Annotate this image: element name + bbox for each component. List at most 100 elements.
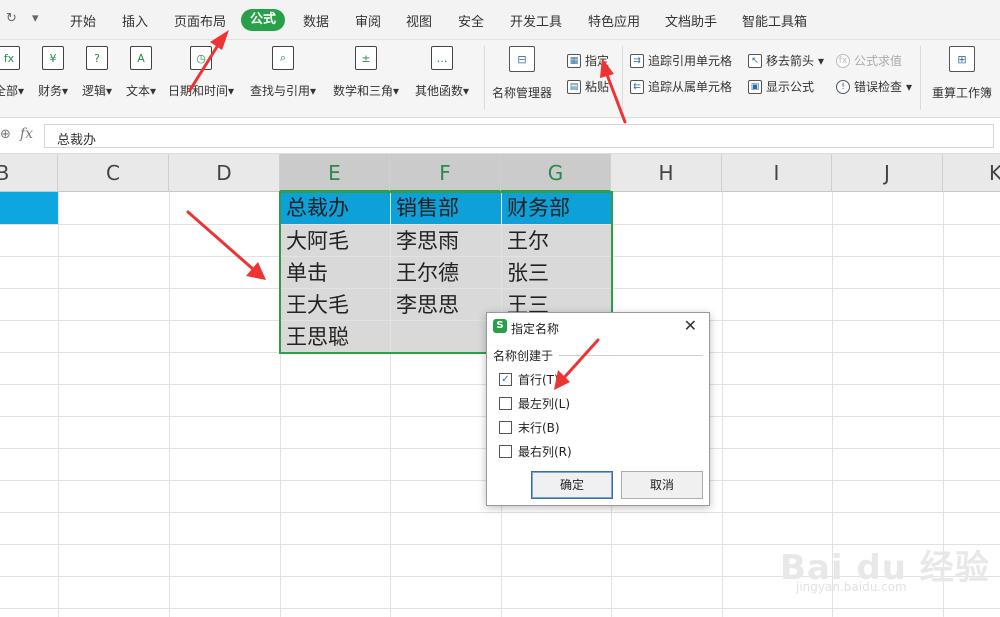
grid-line [0, 512, 1000, 513]
tab-page-layout[interactable]: 页面布局 [174, 11, 226, 30]
tab-view[interactable]: 视图 [406, 11, 432, 30]
column-header-i[interactable]: I [722, 154, 832, 192]
warning-icon: ! [836, 79, 850, 94]
lookup-reference-label: 查找与引用 [250, 84, 311, 98]
cancel-button[interactable]: 取消 [621, 471, 703, 499]
show-formulas-icon: ▣ [748, 79, 762, 94]
tab-formulas[interactable]: 公式 [241, 9, 286, 31]
table-header-cell[interactable]: 财务部 [502, 192, 611, 224]
evaluate-icon: fx [836, 53, 850, 68]
trace-precedents-icon: ⇉ [630, 53, 644, 68]
checkbox-icon[interactable] [499, 445, 512, 458]
formula-value: 总裁办 [57, 133, 97, 148]
math-icon: ± [355, 46, 378, 70]
tab-smart-toolbox[interactable]: 智能工具箱 [742, 11, 807, 30]
close-icon[interactable]: ✕ [684, 316, 697, 335]
show-formulas-button[interactable]: ▣ 显示公式 [748, 78, 814, 95]
table-cell[interactable]: 王尔德 [391, 257, 501, 288]
evaluate-formula-button[interactable]: fx 公式求值 [836, 52, 902, 69]
math-trig-label: 数学和三角 [333, 84, 394, 98]
table-cell[interactable]: 李思雨 [391, 225, 501, 256]
calculator-icon: ⊞ [949, 46, 975, 72]
option-left-column[interactable]: 最左列(L) [499, 395, 570, 412]
column-header-d[interactable]: D [169, 154, 280, 192]
zoom-icon[interactable]: ⊕ [0, 127, 11, 142]
column-header-e[interactable]: E [280, 154, 390, 192]
formula-input[interactable]: 总裁办 [44, 124, 994, 148]
checkbox-icon[interactable] [499, 421, 512, 434]
column-header-f[interactable]: F [390, 154, 501, 192]
ribbon-divider [484, 46, 485, 110]
date-time-button[interactable]: ◷ 日期和时间▾ [168, 46, 234, 99]
tab-review[interactable]: 审阅 [355, 11, 381, 30]
option-bottom-row[interactable]: 末行(B) [499, 419, 560, 436]
table-cell[interactable]: 王尔 [502, 225, 611, 256]
table-header-cell[interactable]: 总裁办 [281, 192, 390, 224]
table-cell[interactable]: 王思聪 [281, 321, 390, 352]
baidu-watermark-url: jingyan.baidu.com [796, 580, 907, 594]
checkbox-checked-icon[interactable]: ✓ [499, 373, 512, 386]
lookup-reference-button[interactable]: ⌕ 查找与引用▾ [250, 46, 316, 99]
trace-precedents-button[interactable]: ⇉ 追踪引用单元格 [630, 52, 732, 69]
option-top-row[interactable]: ✓ 首行(T) [499, 371, 559, 388]
column-header-g[interactable]: G [501, 154, 611, 192]
text-a-icon: A [130, 46, 153, 70]
math-trig-button[interactable]: ± 数学和三角▾ [333, 46, 399, 99]
all-functions-button[interactable]: fx 全部▾ [0, 46, 24, 99]
paste-icon: ▤ [567, 79, 581, 94]
paste-name-button[interactable]: ▤ 粘贴 [567, 78, 609, 95]
tab-special[interactable]: 特色应用 [588, 11, 640, 30]
table-cell[interactable]: 张三 [502, 257, 611, 288]
spreadsheet-window: ↻ ▾ 开始 插入 页面布局 公式 数据 审阅 视图 安全 开发工具 特色应用 … [0, 0, 1000, 617]
table-cell[interactable]: 大阿毛 [281, 225, 390, 256]
name-manager-button[interactable]: ⊟ 名称管理器 [492, 46, 552, 101]
trace-dependents-icon: ⇇ [630, 79, 644, 94]
ok-button[interactable]: 确定 [531, 471, 613, 499]
trace-dependents-button[interactable]: ⇇ 追踪从属单元格 [630, 78, 732, 95]
quick-access-dropdown-icon[interactable]: ▾ [32, 11, 39, 26]
table-cell[interactable] [391, 321, 501, 352]
tab-data[interactable]: 数据 [303, 11, 329, 30]
ribbon: fx 全部▾ ¥ 财务▾ ? 逻辑▾ A 文本▾ ◷ 日期和时间▾ ⌕ 查找与引… [0, 40, 1000, 118]
column-header-b[interactable]: B [0, 154, 58, 192]
tab-developer[interactable]: 开发工具 [510, 11, 562, 30]
error-checking-button[interactable]: ! 错误检查 ▾ [836, 78, 912, 95]
assign-icon: ▦ [567, 53, 581, 68]
name-manager-icon: ⊟ [509, 46, 535, 72]
column-header-j[interactable]: J [832, 154, 943, 192]
checkbox-icon[interactable] [499, 397, 512, 410]
tab-insert[interactable]: 插入 [122, 11, 148, 30]
table-header-cell[interactable]: 销售部 [391, 192, 501, 224]
grid-line [0, 608, 1000, 609]
column-headers: B C D E F G H I J K [0, 154, 1000, 192]
column-header-k[interactable]: K [943, 154, 1000, 192]
table-cell[interactable]: 王大毛 [281, 289, 390, 320]
active-row-highlight [0, 192, 58, 224]
text-label: 文本 [126, 84, 151, 98]
table-cell[interactable]: 单击 [281, 257, 390, 288]
table-cell[interactable]: 李思思 [391, 289, 501, 320]
tab-security[interactable]: 安全 [458, 11, 484, 30]
financial-button[interactable]: ¥ 财务▾ [38, 46, 68, 99]
option-right-column[interactable]: 最右列(R) [499, 443, 572, 460]
recalc-workbook-button[interactable]: ⊞ 重算工作簿 [932, 46, 992, 101]
fx-icon[interactable]: fx [20, 126, 33, 142]
more-functions-label: 其他函数 [415, 84, 464, 98]
menu-bar: ↻ ▾ 开始 插入 页面布局 公式 数据 审阅 视图 安全 开发工具 特色应用 … [0, 0, 1000, 40]
tab-doc-assistant[interactable]: 文档助手 [665, 11, 717, 30]
logical-button[interactable]: ? 逻辑▾ [82, 46, 112, 99]
more-functions-button[interactable]: … 其他函数▾ [415, 46, 469, 99]
assign-name-button[interactable]: ▦ 指定 [567, 52, 609, 69]
remove-arrows-button[interactable]: ↖ 移去箭头 ▾ [748, 52, 824, 69]
tab-home[interactable]: 开始 [70, 11, 96, 30]
remove-arrows-icon: ↖ [748, 53, 762, 68]
text-button[interactable]: A 文本▾ [126, 46, 156, 99]
dialog-title: 指定名称 [511, 322, 560, 336]
redo-icon[interactable]: ↻ [6, 11, 17, 26]
column-header-h[interactable]: H [611, 154, 722, 192]
ribbon-divider [920, 46, 921, 110]
column-header-c[interactable]: C [58, 154, 169, 192]
yen-icon: ¥ [42, 46, 65, 70]
magnifier-icon: ⌕ [272, 46, 295, 70]
all-functions-label: 全部 [0, 84, 19, 98]
